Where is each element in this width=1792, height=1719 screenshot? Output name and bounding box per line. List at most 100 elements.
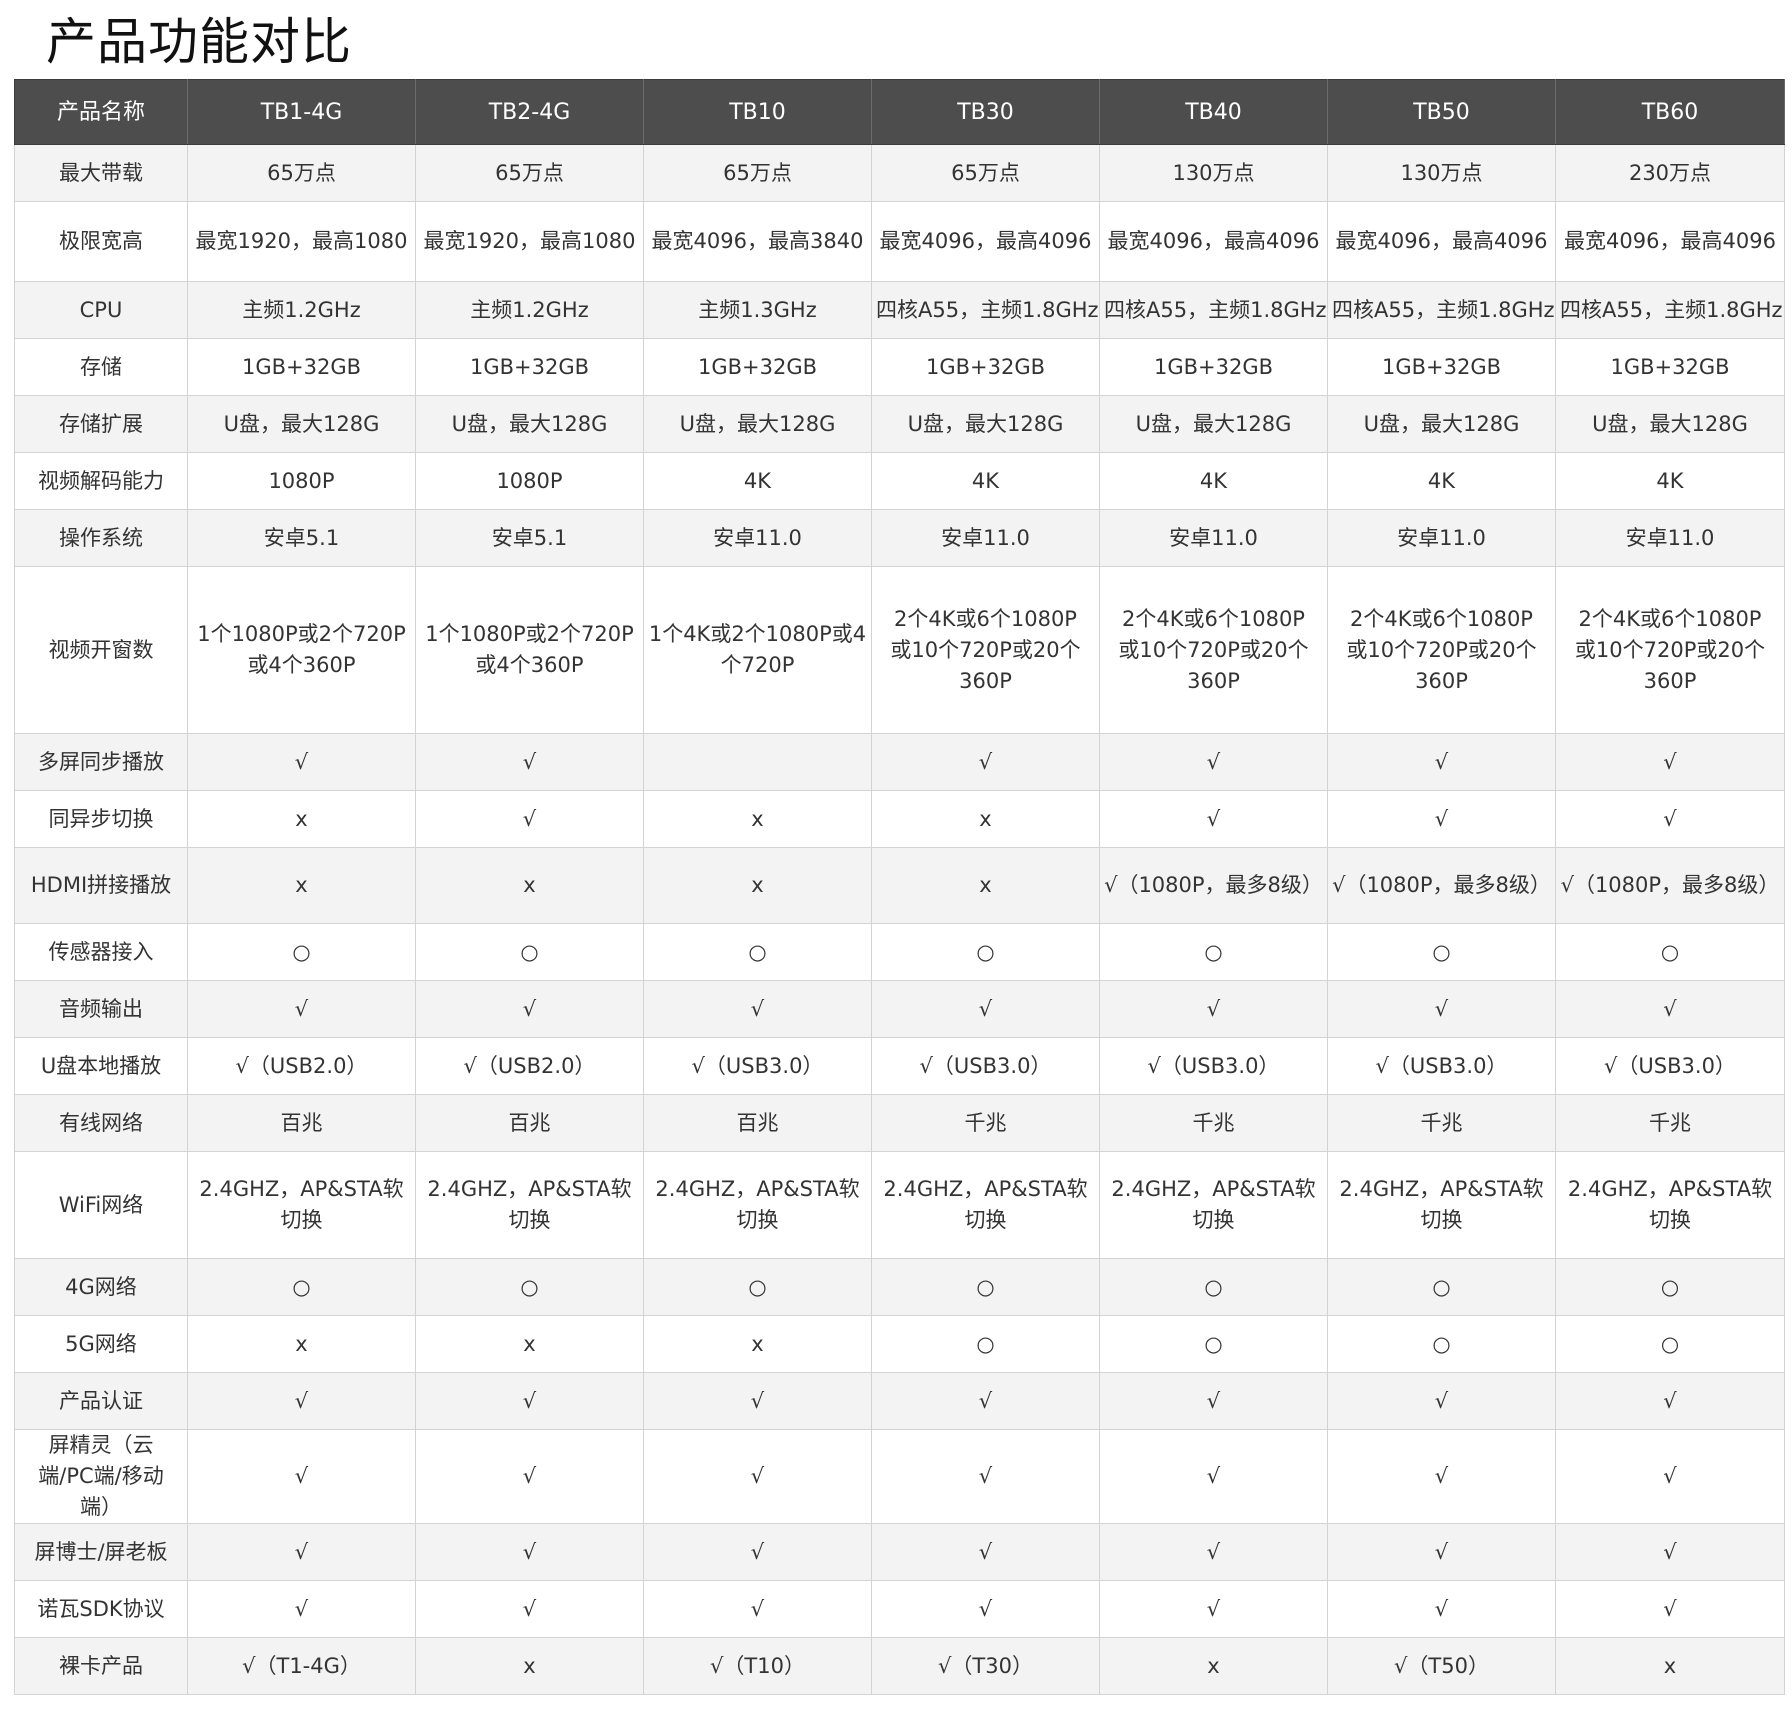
table-cell: √ [1327,1429,1556,1524]
table-cell: √ [871,1429,1100,1524]
table-cell: √（T50） [1327,1637,1556,1695]
table-cell: √（USB3.0） [871,1037,1100,1095]
row-label: 极限宽高 [14,201,188,282]
table-cell: √ [1099,733,1328,791]
table-cell: U盘，最大128G [643,395,872,453]
table-cell: 千兆 [1555,1094,1785,1152]
header-cell-model: TB60 [1555,79,1785,145]
table-cell: 最宽4096，最高4096 [1555,201,1785,282]
table-cell: ○ [643,1258,872,1316]
table-cell: ○ [1555,1315,1785,1373]
table-cell: √（1080P，最多8级） [1327,847,1556,924]
table-cell: 65万点 [871,144,1100,202]
table-row: 存储扩展 U盘，最大128G U盘，最大128G U盘，最大128G U盘，最大128G… [14,395,1785,453]
table-cell: √（USB3.0） [1555,1037,1785,1095]
table-cell: x [187,1315,416,1373]
table-cell: 2.4GHZ，AP&STA软切换 [1327,1151,1556,1259]
table-row: 有线网络 百兆 百兆 百兆 千兆 千兆 千兆 千兆 [14,1094,1785,1152]
table-cell: 65万点 [187,144,416,202]
header-cell-product-name: 产品名称 [14,79,188,145]
table-cell: 最宽4096，最高3840 [643,201,872,282]
table-cell: 230万点 [1555,144,1785,202]
table-cell: 1GB+32GB [1099,338,1328,396]
table-cell: ○ [1555,923,1785,981]
table-cell: √ [187,1523,416,1581]
table-row: WiFi网络 2.4GHZ，AP&STA软切换 2.4GHZ，AP&STA软切换 2.… [14,1151,1785,1259]
row-label: 产品认证 [14,1372,188,1430]
table-body: 最大带载 65万点 65万点 65万点 65万点 130万点 130万点 230万点 极限宽高最… [14,144,1785,1695]
table-cell: √ [1555,1429,1785,1524]
table-cell: 最宽4096，最高4096 [1099,201,1328,282]
table-cell: 千兆 [871,1094,1100,1152]
table-row: 裸卡产品 √（T1-4G） x √（T10） √（T30） x √（T50） x [14,1637,1785,1695]
table-cell: 主频1.2GHz [187,281,416,339]
table-cell: ○ [1555,1258,1785,1316]
table-cell: 1080P [415,452,644,510]
table-row: 存储 1GB+32GB 1GB+32GB 1GB+32GB 1GB+32GB 1GB+32… [14,338,1785,396]
table-cell: √ [871,1580,1100,1638]
table-cell: 2个4K或6个1080P或10个720P或20个360P [1327,566,1556,734]
table-cell: √ [1099,1429,1328,1524]
table-cell: x [1099,1637,1328,1695]
table-cell: x [643,790,872,848]
row-label: WiFi网络 [14,1151,188,1259]
table-cell: ○ [643,923,872,981]
table-cell: √ [871,1372,1100,1430]
table-cell: √ [643,1429,872,1524]
table-cell: x [871,847,1100,924]
table-cell: √ [187,1429,416,1524]
table-row: 传感器接入 ○ ○ ○ ○ ○ ○ ○ [14,923,1785,981]
table-cell: √ [871,1523,1100,1581]
table-cell: ○ [1327,1315,1556,1373]
row-label: 4G网络 [14,1258,188,1316]
table-cell: 2个4K或6个1080P或10个720P或20个360P [871,566,1100,734]
table-cell: x [415,847,644,924]
table-cell: √ [1327,1523,1556,1581]
table-cell: 2.4GHZ，AP&STA软切换 [415,1151,644,1259]
header-cell-model: TB10 [643,79,872,145]
table-cell: 安卓11.0 [871,509,1100,567]
table-cell: 百兆 [187,1094,416,1152]
table-cell: √（T1-4G） [187,1637,416,1695]
table-row: 视频开窗数 1个1080P或2个720P或4个360P 1个1080P或2个720P… [14,566,1785,734]
row-label: 操作系统 [14,509,188,567]
row-label: 视频开窗数 [14,566,188,734]
table-cell: √ [871,733,1100,791]
table-row: 屏博士/屏老板 √ √ √ √ √ √ √ [14,1523,1785,1581]
table-cell: √ [415,1580,644,1638]
table-cell: 主频1.2GHz [415,281,644,339]
table-cell: √ [187,980,416,1038]
header-cell-model: TB1-4G [187,79,416,145]
table-cell: 安卓11.0 [1099,509,1328,567]
table-cell: √ [871,980,1100,1038]
row-label: 音频输出 [14,980,188,1038]
table-cell: ○ [871,923,1100,981]
table-row: 产品认证 √ √ √ √ √ √ √ [14,1372,1785,1430]
table-cell: 1GB+32GB [187,338,416,396]
table-cell: 安卓11.0 [1555,509,1785,567]
table-cell: √ [1099,1523,1328,1581]
table-cell: 1个4K或2个1080P或4个720P [643,566,872,734]
header-row: 产品名称 TB1-4G TB2-4G TB10 TB30 TB40 TB50 TB60 [14,79,1785,145]
table-cell: ○ [187,923,416,981]
table-row: 诺瓦SDK协议 √ √ √ √ √ √ √ [14,1580,1785,1638]
table-cell: ○ [1327,923,1556,981]
table-cell: x [871,790,1100,848]
table-row: HDMI拼接播放 x x x x √（1080P，最多8级） √（1080P，最多8级） √（… [14,847,1785,924]
table-cell: √ [1327,1372,1556,1430]
table-cell: 百兆 [643,1094,872,1152]
table-row: 音频输出 √ √ √ √ √ √ √ [14,980,1785,1038]
table-cell: √（USB2.0） [415,1037,644,1095]
table-row: 屏精灵（云端/PC端/移动端） √ √ √ √ √ √ √ [14,1429,1785,1524]
header-cell-model: TB40 [1099,79,1328,145]
table-cell: √ [1327,1580,1556,1638]
table-cell: 2.4GHZ，AP&STA软切换 [1099,1151,1328,1259]
table-cell: √（USB3.0） [1327,1037,1556,1095]
table-cell: √ [1555,1372,1785,1430]
table-cell: 2个4K或6个1080P或10个720P或20个360P [1555,566,1785,734]
row-label: 诺瓦SDK协议 [14,1580,188,1638]
table-cell: 4K [871,452,1100,510]
table-cell: √（USB2.0） [187,1037,416,1095]
table-cell: 主频1.3GHz [643,281,872,339]
table-cell [643,733,872,791]
